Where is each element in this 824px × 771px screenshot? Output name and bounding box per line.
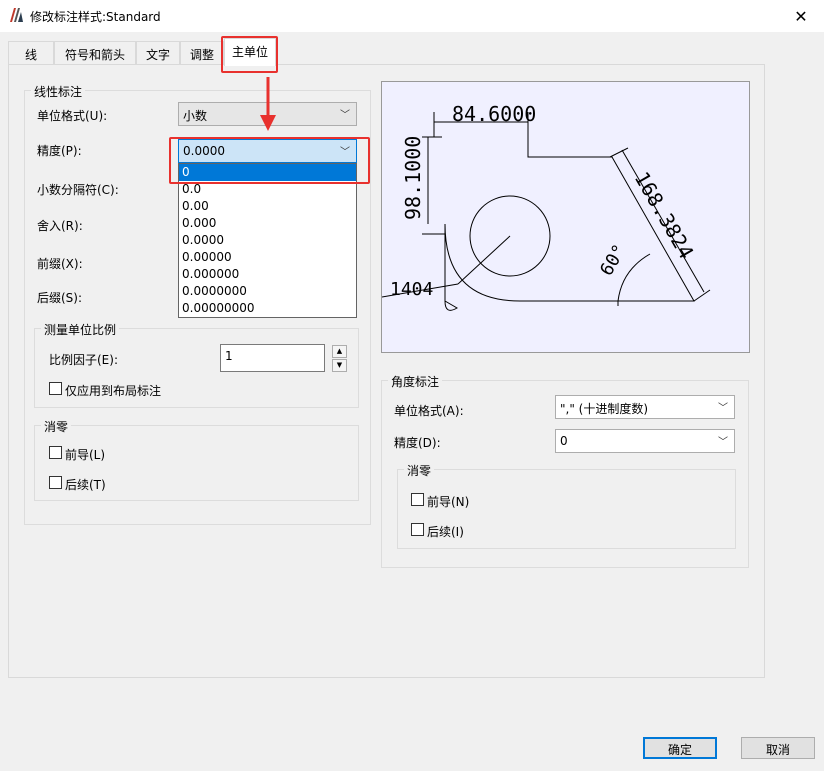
trailing-zero-checkbox[interactable] — [49, 476, 62, 489]
angular-trailing-zero-label: 后续(I) — [427, 525, 464, 539]
preview-dim-top: 84.6000 — [452, 102, 536, 126]
angular-group-title: 角度标注 — [388, 373, 443, 390]
angular-leading-zero-label: 前导(N) — [427, 495, 470, 509]
preview-dim-left: 98.1000 — [401, 136, 425, 220]
dimension-preview: 84.6000 98.1000 168.3824 60° 1404 — [381, 81, 750, 353]
scale-factor-input[interactable]: 1 — [220, 344, 325, 372]
preview-dim-angle: 60° — [596, 241, 630, 280]
trailing-zero-label: 后续(T) — [65, 478, 106, 492]
precision-option[interactable]: 0.00000000 — [179, 300, 356, 317]
spin-down-button[interactable]: ▼ — [332, 359, 347, 372]
window-title: 修改标注样式:Standard — [30, 10, 161, 24]
annotation-box-precision — [169, 137, 370, 184]
tab-text[interactable]: 文字 — [136, 41, 180, 65]
angular-unit-format-select[interactable]: "," (十进制度数) ﹀ — [555, 395, 735, 419]
prefix-label: 前缀(X): — [37, 257, 83, 271]
precision-option[interactable]: 0.0000 — [179, 232, 356, 249]
angular-unit-format-label: 单位格式(A): — [394, 404, 464, 418]
close-icon: ✕ — [794, 6, 808, 26]
leading-zero-checkbox[interactable] — [49, 446, 62, 459]
precision-dropdown-list: 0 0.0 0.00 0.000 0.0000 0.00000 0.000000… — [178, 163, 357, 318]
angular-leading-zero-checkbox[interactable] — [411, 493, 424, 506]
decimal-separator-label: 小数分隔符(C): — [37, 183, 119, 197]
scale-group-title: 测量单位比例 — [41, 321, 120, 338]
precision-option[interactable]: 0.000000 — [179, 266, 356, 283]
round-off-label: 舍入(R): — [37, 219, 83, 233]
spin-up-button[interactable]: ▲ — [332, 345, 347, 358]
close-button[interactable]: ✕ — [778, 0, 824, 32]
tab-fit[interactable]: 调整 — [180, 41, 224, 65]
scale-factor-value: 1 — [225, 349, 233, 363]
preview-drawing: 84.6000 98.1000 168.3824 60° 1404 — [382, 102, 711, 311]
title-bar: 修改标注样式:Standard ✕ — [0, 0, 824, 32]
annotation-box-tab — [221, 36, 278, 73]
precision-option[interactable]: 0.00 — [179, 198, 356, 215]
unit-format-value: 小数 — [183, 109, 208, 123]
angular-precision-value: 0 — [560, 434, 568, 448]
ok-button[interactable]: 确定 — [643, 737, 717, 759]
precision-option[interactable]: 0.0000000 — [179, 283, 356, 300]
layout-only-checkbox[interactable] — [49, 382, 62, 395]
layout-only-label: 仅应用到布局标注 — [65, 384, 162, 398]
precision-option[interactable]: 0.00000 — [179, 249, 356, 266]
unit-format-label: 单位格式(U): — [37, 109, 108, 123]
angular-precision-select[interactable]: 0 ﹀ — [555, 429, 735, 453]
app-icon — [10, 8, 23, 22]
scale-factor-label: 比例因子(E): — [49, 353, 118, 367]
zero-suppression-title: 消零 — [41, 418, 72, 435]
leading-zero-label: 前导(L) — [65, 448, 106, 462]
annotation-arrow-icon — [260, 77, 276, 131]
cancel-button[interactable]: 取消 — [741, 737, 815, 759]
tab-lines[interactable]: 线 — [8, 41, 54, 65]
angular-precision-label: 精度(D): — [394, 436, 441, 450]
chevron-down-icon: ﹀ — [718, 437, 728, 448]
linear-group-title: 线性标注 — [31, 83, 86, 100]
chevron-down-icon: ﹀ — [340, 110, 350, 121]
tab-symbols-arrows[interactable]: 符号和箭头 — [54, 41, 136, 65]
suffix-label: 后缀(S): — [37, 291, 83, 305]
precision-option[interactable]: 0.000 — [179, 215, 356, 232]
angular-trailing-zero-checkbox[interactable] — [411, 523, 424, 536]
preview-dim-bottom: 1404 — [390, 279, 433, 300]
angular-zero-suppression-title: 消零 — [404, 462, 435, 479]
chevron-down-icon: ﹀ — [718, 403, 728, 414]
precision-label: 精度(P): — [37, 144, 82, 158]
angular-unit-format-value: "," (十进制度数) — [560, 402, 649, 416]
